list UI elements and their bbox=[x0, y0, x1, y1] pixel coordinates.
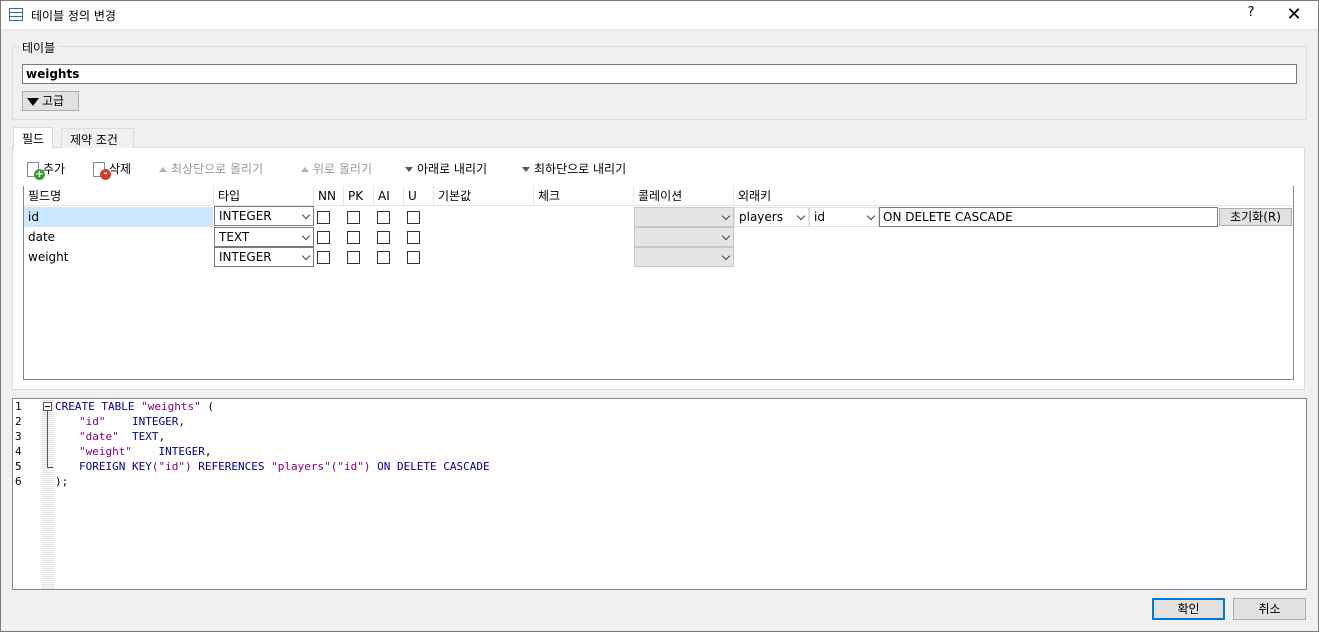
move-bottom-button[interactable]: 최하단으로 내리기 bbox=[522, 158, 626, 180]
line-number: 2 bbox=[15, 415, 22, 428]
unique-checkbox[interactable] bbox=[407, 231, 420, 244]
header-check[interactable]: 체크 bbox=[534, 186, 634, 206]
field-name-cell[interactable]: weight bbox=[24, 247, 214, 267]
fold-margin bbox=[42, 399, 54, 589]
chevron-down-icon bbox=[301, 231, 311, 241]
field-name-cell[interactable]: date bbox=[24, 227, 214, 247]
header-default[interactable]: 기본값 bbox=[434, 186, 534, 206]
fk-column-select[interactable]: id bbox=[809, 207, 879, 227]
triangle-down-icon bbox=[27, 97, 39, 106]
fold-collapse-icon[interactable] bbox=[43, 402, 52, 411]
table-icon bbox=[9, 8, 23, 21]
collation-select[interactable] bbox=[634, 247, 734, 267]
arrow-up-icon bbox=[301, 167, 309, 172]
nn-checkbox[interactable] bbox=[317, 211, 330, 224]
advanced-label: 고급 bbox=[42, 94, 65, 108]
header-type[interactable]: 타입 bbox=[214, 186, 314, 206]
header-foreign-key[interactable]: 외래키 bbox=[734, 186, 1293, 206]
add-icon: + bbox=[27, 162, 45, 180]
header-unique[interactable]: U bbox=[404, 186, 434, 206]
pk-checkbox[interactable] bbox=[347, 251, 360, 264]
collation-select[interactable] bbox=[634, 207, 734, 227]
field-name-cell[interactable]: id bbox=[24, 207, 214, 227]
title-bar bbox=[0, 0, 1319, 30]
sql-line-4: "weight" INTEGER, bbox=[79, 445, 212, 458]
tab-fields[interactable]: 필드 bbox=[13, 127, 54, 149]
fold-end bbox=[47, 467, 53, 468]
fold-line bbox=[47, 411, 48, 468]
unique-checkbox[interactable] bbox=[407, 251, 420, 264]
ai-checkbox[interactable] bbox=[377, 251, 390, 264]
close-button[interactable]: ✕ bbox=[1283, 4, 1305, 26]
header-ai[interactable]: AI bbox=[374, 186, 404, 206]
move-bottom-icon bbox=[522, 167, 530, 172]
table-name-input[interactable]: weights bbox=[22, 64, 1297, 84]
ai-checkbox[interactable] bbox=[377, 211, 390, 224]
type-select[interactable]: INTEGER bbox=[214, 206, 314, 226]
chevron-down-icon bbox=[301, 251, 311, 261]
sql-line-1: CREATE TABLE "weights" ( bbox=[55, 400, 214, 413]
help-button[interactable]: ? bbox=[1243, 5, 1259, 25]
move-top-icon bbox=[159, 167, 167, 172]
header-name[interactable]: 필드명 bbox=[24, 186, 214, 206]
fk-clause-input[interactable]: ON DELETE CASCADE bbox=[879, 207, 1218, 227]
nn-checkbox[interactable] bbox=[317, 251, 330, 264]
move-top-button[interactable]: 최상단으로 올리기 bbox=[159, 158, 263, 180]
sql-line-6: ); bbox=[55, 475, 69, 488]
collation-select[interactable] bbox=[634, 227, 734, 247]
window-title: 테이블 정의 변경 bbox=[31, 9, 116, 23]
add-field-button[interactable]: + 추가 bbox=[27, 158, 65, 180]
pk-checkbox[interactable] bbox=[347, 211, 360, 224]
arrow-down-icon bbox=[405, 167, 413, 172]
line-number: 3 bbox=[15, 430, 22, 443]
fk-reset-button[interactable]: 초기화(R) bbox=[1219, 208, 1292, 226]
header-nn[interactable]: NN bbox=[314, 186, 344, 206]
chevron-down-icon bbox=[721, 231, 731, 241]
sql-editor[interactable] bbox=[12, 398, 1307, 590]
ok-button[interactable]: 확인 bbox=[1152, 598, 1225, 620]
ai-checkbox[interactable] bbox=[377, 231, 390, 244]
chevron-down-icon bbox=[866, 211, 876, 221]
delete-icon: - bbox=[93, 162, 111, 180]
table-group-label: 테이블 bbox=[19, 39, 59, 56]
header-collation[interactable]: 콜레이션 bbox=[634, 186, 734, 206]
cancel-button[interactable]: 취소 bbox=[1233, 598, 1306, 620]
sql-line-2: "id" INTEGER, bbox=[79, 415, 185, 428]
chevron-down-icon bbox=[721, 211, 731, 221]
header-pk[interactable]: PK bbox=[344, 186, 374, 206]
fk-table-select[interactable]: players bbox=[734, 207, 809, 227]
unique-checkbox[interactable] bbox=[407, 211, 420, 224]
sql-line-3: "date" TEXT, bbox=[79, 430, 166, 443]
nn-checkbox[interactable] bbox=[317, 231, 330, 244]
move-down-button[interactable]: 아래로 내리기 bbox=[405, 158, 487, 180]
pk-checkbox[interactable] bbox=[347, 231, 360, 244]
line-number: 4 bbox=[15, 445, 22, 458]
line-number: 5 bbox=[15, 460, 22, 473]
type-select[interactable]: INTEGER bbox=[214, 247, 314, 267]
chevron-down-icon bbox=[301, 210, 311, 220]
type-select[interactable]: TEXT bbox=[214, 227, 314, 247]
chevron-down-icon bbox=[721, 251, 731, 261]
sql-line-5: FOREIGN KEY("id") REFERENCES "players"("… bbox=[79, 460, 490, 473]
delete-field-button[interactable]: - 삭제 bbox=[93, 158, 131, 180]
line-number: 6 bbox=[15, 475, 22, 488]
tab-constraints[interactable]: 제약 조건 bbox=[61, 128, 134, 148]
line-number: 1 bbox=[15, 400, 22, 413]
advanced-toggle-button[interactable]: 고급 bbox=[22, 91, 79, 111]
move-up-button[interactable]: 위로 올리기 bbox=[301, 158, 372, 180]
chevron-down-icon bbox=[796, 211, 806, 221]
